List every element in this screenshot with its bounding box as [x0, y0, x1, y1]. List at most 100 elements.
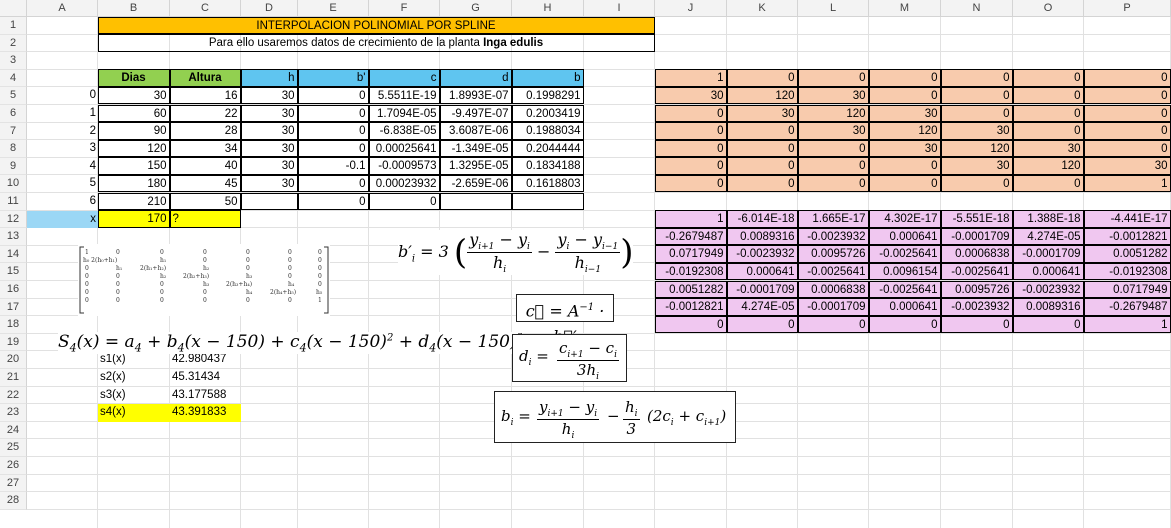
row-header-12[interactable]: 12: [0, 210, 27, 229]
matrix-inverse-cell[interactable]: 0.0006838: [940, 245, 1013, 263]
row-header-23[interactable]: 23: [0, 404, 27, 422]
row-header-11[interactable]: 11: [0, 193, 27, 211]
column-header-K[interactable]: K: [727, 0, 798, 17]
matrix-a-cell[interactable]: 0: [726, 69, 798, 87]
table-cell[interactable]: 1.8993E-07: [439, 86, 512, 105]
table-cell[interactable]: 0: [297, 192, 369, 211]
matrix-inverse-cell[interactable]: 0: [940, 315, 1013, 334]
table-cell[interactable]: 0: [297, 104, 369, 123]
row-index[interactable]: 4: [27, 158, 98, 176]
table-cell-empty[interactable]: [511, 192, 584, 211]
matrix-a-cell[interactable]: 0: [726, 139, 798, 158]
matrix-a-cell[interactable]: 0: [940, 86, 1013, 105]
matrix-a-cell[interactable]: 0: [654, 104, 727, 123]
table-cell[interactable]: 0: [297, 139, 369, 158]
row-header-28[interactable]: 28: [0, 492, 27, 510]
row-header-1[interactable]: 1: [0, 17, 27, 35]
table-cell[interactable]: 1.3295E-05: [439, 157, 512, 175]
matrix-inverse-cell[interactable]: 0.0095726: [940, 280, 1013, 299]
table-cell[interactable]: -1.349E-05: [439, 139, 512, 158]
table-cell[interactable]: 50: [169, 192, 241, 211]
matrix-a-cell[interactable]: 30: [1012, 139, 1084, 158]
matrix-a-cell[interactable]: 30: [868, 139, 941, 158]
matrix-a-cell[interactable]: 0: [868, 157, 941, 175]
matrix-a-cell[interactable]: 30: [1083, 157, 1171, 175]
matrix-a-cell[interactable]: 0: [868, 86, 941, 105]
row-header-7[interactable]: 7: [0, 122, 27, 141]
row-header-15[interactable]: 15: [0, 263, 27, 281]
matrix-inverse-cell[interactable]: 0: [797, 315, 869, 334]
table-cell-empty[interactable]: [439, 192, 512, 211]
matrix-inverse-cell[interactable]: 0: [1012, 315, 1084, 334]
table-cell[interactable]: 60: [97, 104, 170, 123]
table-cell[interactable]: -9.497E-07: [439, 104, 512, 123]
matrix-a-cell[interactable]: 0: [1012, 86, 1084, 105]
table-cell[interactable]: 0.2044444: [511, 139, 584, 158]
select-all-corner[interactable]: [0, 0, 27, 17]
table-cell[interactable]: 0.1988034: [511, 122, 584, 140]
matrix-a-cell[interactable]: 120: [797, 104, 869, 123]
row-header-6[interactable]: 6: [0, 105, 27, 123]
matrix-a-cell[interactable]: 30: [797, 86, 869, 105]
matrix-a-cell[interactable]: 0: [654, 122, 727, 140]
matrix-inverse-cell[interactable]: -0.0023932: [797, 227, 869, 246]
matrix-inverse-cell[interactable]: 1: [1083, 315, 1171, 334]
matrix-inverse-cell[interactable]: 0.0051282: [654, 280, 727, 299]
matrix-a-cell[interactable]: 0: [940, 104, 1013, 123]
matrix-inverse-cell[interactable]: -0.0023932: [726, 245, 798, 263]
matrix-a-cell[interactable]: 0: [654, 157, 727, 175]
result-value[interactable]: 43.177588: [170, 387, 241, 405]
matrix-a-cell[interactable]: 0: [726, 174, 798, 193]
matrix-inverse-cell[interactable]: -0.0025641: [868, 280, 941, 299]
matrix-inverse-cell[interactable]: -0.2679487: [1083, 298, 1171, 316]
table-cell[interactable]: 150: [97, 157, 170, 175]
matrix-inverse-cell[interactable]: 0.0051282: [1083, 245, 1171, 263]
matrix-a-cell[interactable]: 30: [868, 104, 941, 123]
result-label[interactable]: s3(x): [98, 387, 170, 405]
row-index[interactable]: 2: [27, 123, 98, 141]
row-header-3[interactable]: 3: [0, 52, 27, 70]
matrix-a-cell[interactable]: 1: [1083, 174, 1171, 193]
matrix-a-cell[interactable]: 30: [654, 86, 727, 105]
matrix-a-cell[interactable]: 0: [797, 174, 869, 193]
matrix-inverse-cell[interactable]: 0: [654, 315, 727, 334]
row-header-16[interactable]: 16: [0, 281, 27, 299]
matrix-inverse-cell[interactable]: 0.0095726: [797, 245, 869, 263]
matrix-a-cell[interactable]: 0: [868, 69, 941, 87]
table-header-b[interactable]: b: [511, 69, 584, 87]
matrix-inverse-cell[interactable]: -4.441E-17: [1083, 210, 1171, 228]
matrix-inverse-cell[interactable]: -5.551E-18: [940, 210, 1013, 228]
matrix-a-cell[interactable]: 30: [940, 122, 1013, 140]
table-cell[interactable]: 30: [240, 157, 298, 175]
matrix-a-cell[interactable]: 0: [1083, 139, 1171, 158]
matrix-a-cell[interactable]: 0: [654, 174, 727, 193]
column-header-P[interactable]: P: [1084, 0, 1171, 17]
matrix-inverse-cell[interactable]: -0.2679487: [654, 227, 727, 246]
table-cell[interactable]: 30: [240, 104, 298, 123]
table-cell[interactable]: 3.6087E-06: [439, 122, 512, 140]
matrix-a-cell[interactable]: 0: [1083, 122, 1171, 140]
matrix-inverse-cell[interactable]: 1.388E-18: [1012, 210, 1084, 228]
table-cell[interactable]: 1.7094E-05: [368, 104, 440, 123]
row-header-17[interactable]: 17: [0, 298, 27, 317]
matrix-inverse-cell[interactable]: 0.0089316: [1012, 298, 1084, 316]
matrix-a-cell[interactable]: 120: [726, 86, 798, 105]
matrix-a-cell[interactable]: 0: [797, 157, 869, 175]
matrix-a-cell[interactable]: 1: [654, 69, 727, 87]
table-cell[interactable]: 30: [240, 122, 298, 140]
result-label[interactable]: s2(x): [98, 369, 170, 387]
row-header-2[interactable]: 2: [0, 34, 27, 53]
matrix-a-cell[interactable]: 0: [654, 139, 727, 158]
column-header-J[interactable]: J: [655, 0, 727, 17]
matrix-a-cell[interactable]: 0: [940, 69, 1013, 87]
matrix-a-cell[interactable]: 0: [726, 122, 798, 140]
table-cell[interactable]: 30: [97, 86, 170, 105]
column-header-N[interactable]: N: [941, 0, 1013, 17]
row-index[interactable]: 1: [27, 105, 98, 123]
table-cell[interactable]: 0: [297, 122, 369, 140]
table-cell[interactable]: 30: [240, 139, 298, 158]
subtitle-cell[interactable]: Para ello usaremos datos de crecimiento …: [97, 34, 655, 52]
matrix-inverse-cell[interactable]: 0.000641: [868, 298, 941, 316]
matrix-a-cell[interactable]: 0: [1083, 86, 1171, 105]
row-header-18[interactable]: 18: [0, 316, 27, 334]
